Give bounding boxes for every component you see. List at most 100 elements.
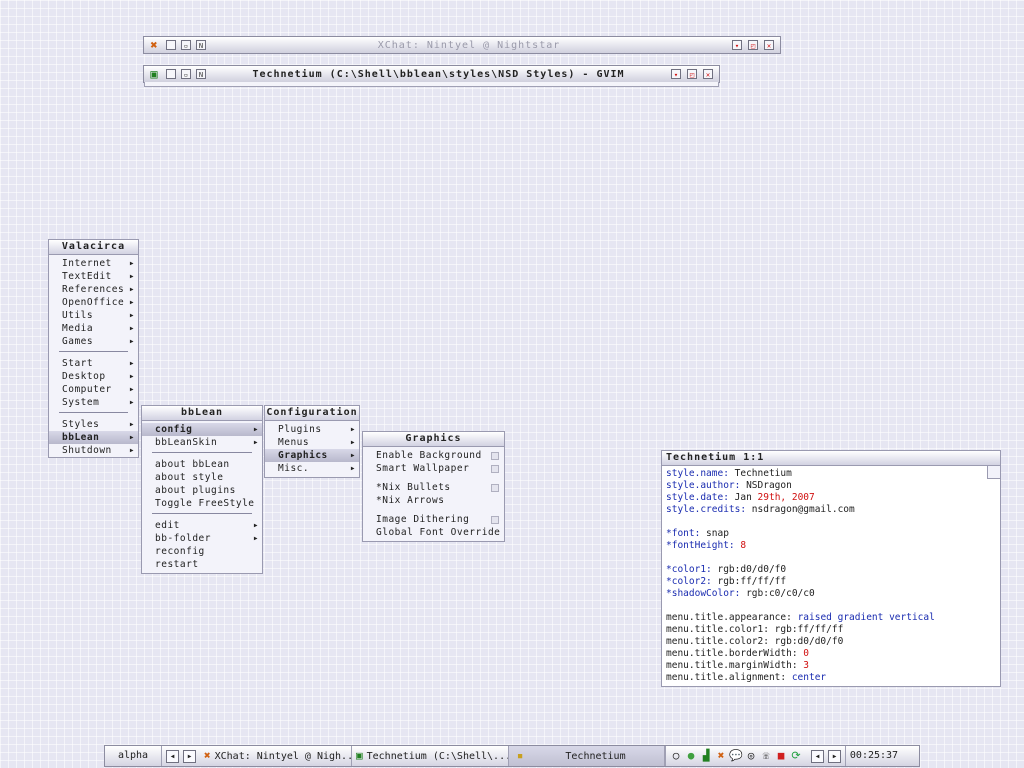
tray-prev-button[interactable]: ◀ xyxy=(811,749,824,763)
shade-button[interactable]: ▫ xyxy=(181,40,191,50)
next-workspace-button[interactable]: ▶ xyxy=(183,749,196,763)
user-icon[interactable]: ● xyxy=(684,749,698,763)
sticky-button[interactable]: N xyxy=(196,40,206,50)
menu-item-restart[interactable]: restart xyxy=(142,558,262,571)
editor-text-area[interactable]: style.name: Technetium style.author: NSDr… xyxy=(662,466,1000,686)
menu-item-textedit[interactable]: TextEdit ▶ xyxy=(49,270,138,283)
editor-token: rgb:d0/d0/f0 xyxy=(711,564,787,575)
palette-icon[interactable]: ■ xyxy=(774,749,788,763)
minimize-button[interactable] xyxy=(166,69,176,79)
editor-line: *shadowColor: rgb:c0/c0/c0 xyxy=(666,588,996,600)
minimize-button[interactable] xyxy=(166,40,176,50)
editor-token: rgb:d0/d0/f0 xyxy=(768,636,844,647)
editor-token: Jan xyxy=(728,492,758,503)
signal-icon[interactable]: ▟ xyxy=(699,749,713,763)
xchat-window-titlebar[interactable]: ✖ ▫ N XChat: Nintyel @ Nightstar ▾ ◰ ✕ xyxy=(143,36,781,54)
menu-item-media[interactable]: Media ▶ xyxy=(49,322,138,335)
menu-item-smart-wallpaper[interactable]: Smart Wallpaper xyxy=(363,462,504,475)
maximize-button[interactable]: ◰ xyxy=(687,69,697,79)
editor-token: *fontHeight: xyxy=(666,540,735,551)
xchat-icon[interactable]: ✖ xyxy=(147,38,161,52)
menu-item-start[interactable]: Start ▶ xyxy=(49,357,138,370)
editor-line: *fontHeight: 8 xyxy=(666,540,996,552)
xchat-icon[interactable]: ✖ xyxy=(714,749,728,763)
circle-icon[interactable]: ○ xyxy=(669,749,683,763)
task-xchat[interactable]: ✖ XChat: Nintyel @ Nigh... xyxy=(200,746,352,766)
submenu-arrow-icon: ▶ xyxy=(350,452,355,459)
menu-item-internet[interactable]: Internet ▶ xyxy=(49,257,138,270)
sticky-button[interactable]: N xyxy=(196,69,206,79)
menu-item-styles[interactable]: Styles ▶ xyxy=(49,418,138,431)
scrollbar[interactable] xyxy=(987,466,1000,479)
close-button[interactable]: ✕ xyxy=(764,40,774,50)
style-icon: ▪ xyxy=(516,749,524,762)
menu-item-bblean[interactable]: bbLean ▶ xyxy=(49,431,138,444)
editor-token: *font: xyxy=(666,528,701,539)
submenu-arrow-icon: ▶ xyxy=(129,325,134,332)
iconify-button[interactable]: ▾ xyxy=(671,69,681,79)
menu-item-toggle-freestyle[interactable]: Toggle FreeStyle xyxy=(142,497,262,510)
editor-token: *color2: xyxy=(666,576,712,587)
menu-item-system[interactable]: System ▶ xyxy=(49,396,138,409)
menu-item-config[interactable]: config ▶ xyxy=(142,423,262,436)
editor-token: rgb:c0/c0/c0 xyxy=(740,588,815,599)
clock[interactable]: 00:25:37 xyxy=(845,746,902,766)
task-gvim[interactable]: ▣ Technetium (C:\Shell\... xyxy=(352,746,509,766)
menu-separator xyxy=(152,513,252,516)
workspace-label[interactable]: alpha xyxy=(105,746,162,766)
menu-item-references[interactable]: References ▶ xyxy=(49,283,138,296)
menu-item-edit[interactable]: edit ▶ xyxy=(142,519,262,532)
menu-item-utils[interactable]: Utils ▶ xyxy=(49,309,138,322)
editor-line: style.name: Technetium xyxy=(666,468,996,480)
menu-item-about-plugins[interactable]: about plugins xyxy=(142,484,262,497)
menu-separator xyxy=(59,412,128,415)
menu-item-enable-background[interactable]: Enable Background xyxy=(363,449,504,462)
task-technetium[interactable]: ▪ Technetium xyxy=(509,746,665,766)
window-title: XChat: Nintyel @ Nightstar xyxy=(377,39,561,51)
menu-item-image-dithering[interactable]: Image Dithering xyxy=(363,513,504,526)
disc-icon[interactable]: ◎ xyxy=(744,749,758,763)
taskbar: alpha ◀ ▶ ✖ XChat: Nintyel @ Nigh... ▣ T… xyxy=(104,745,920,767)
menu-item-misc[interactable]: Misc. ▶ xyxy=(265,462,359,475)
editor-line: menu.title.alignment: center xyxy=(666,672,996,684)
menu-item-desktop[interactable]: Desktop ▶ xyxy=(49,370,138,383)
menu-item-games[interactable]: Games ▶ xyxy=(49,335,138,348)
editor-line: menu.title.color2: rgb:d0/d0/f0 xyxy=(666,636,996,648)
gvim-window-titlebar[interactable]: ▣ ▫ N Technetium (C:\Shell\bblean\styles… xyxy=(143,65,720,87)
menu-item-bb-folder[interactable]: bb-folder ▶ xyxy=(142,532,262,545)
menu-item-nix-arrows[interactable]: *Nix Arrows xyxy=(363,494,504,507)
editor-token: style.date: xyxy=(666,492,729,503)
editor-line: menu.title.color1: rgb:ff/ff/ff xyxy=(666,624,996,636)
menu-item-about-bblean[interactable]: about bbLean xyxy=(142,458,262,471)
tray-next-button[interactable]: ▶ xyxy=(828,749,841,763)
editor-token: raised gradient vertical xyxy=(791,612,935,623)
menu-item-shutdown[interactable]: Shutdown ▶ xyxy=(49,444,138,457)
menu-item-menus[interactable]: Menus ▶ xyxy=(265,436,359,449)
close-button[interactable]: ✕ xyxy=(703,69,713,79)
prev-workspace-button[interactable]: ◀ xyxy=(166,749,179,763)
menu-item-computer[interactable]: Computer ▶ xyxy=(49,383,138,396)
editor-line: menu.title.borderWidth: 0 xyxy=(666,648,996,660)
menu-item-graphics[interactable]: Graphics ▶ xyxy=(265,449,359,462)
refresh-icon[interactable]: ⟳ xyxy=(789,749,803,763)
menu-item-plugins[interactable]: Plugins ▶ xyxy=(265,423,359,436)
submenu-arrow-icon: ▶ xyxy=(129,260,134,267)
menu-item-bbleanskin[interactable]: bbLeanSkin ▶ xyxy=(142,436,262,449)
submenu-arrow-icon: ▶ xyxy=(129,434,134,441)
editor-line: style.date: Jan 29th, 2007 xyxy=(666,492,996,504)
menu-item-reconfig[interactable]: reconfig xyxy=(142,545,262,558)
menu-item-openoffice[interactable]: OpenOffice ▶ xyxy=(49,296,138,309)
submenu-arrow-icon: ▶ xyxy=(253,439,258,446)
chat-icon[interactable]: 💬 xyxy=(729,749,743,763)
menu-item-about-style[interactable]: about style xyxy=(142,471,262,484)
shade-button[interactable]: ▫ xyxy=(181,69,191,79)
maximize-button[interactable]: ◰ xyxy=(748,40,758,50)
menu-item-nix-bullets[interactable]: *Nix Bullets xyxy=(363,481,504,494)
phone-icon[interactable]: ☏ xyxy=(759,749,773,763)
configuration-menu: Configuration Plugins ▶ Menus ▶ Graphics ▶ … xyxy=(264,405,360,478)
gvim-icon[interactable]: ▣ xyxy=(147,67,161,81)
iconify-button[interactable]: ▾ xyxy=(732,40,742,50)
menu-item-global-font-override[interactable]: Global Font Override xyxy=(363,526,504,539)
